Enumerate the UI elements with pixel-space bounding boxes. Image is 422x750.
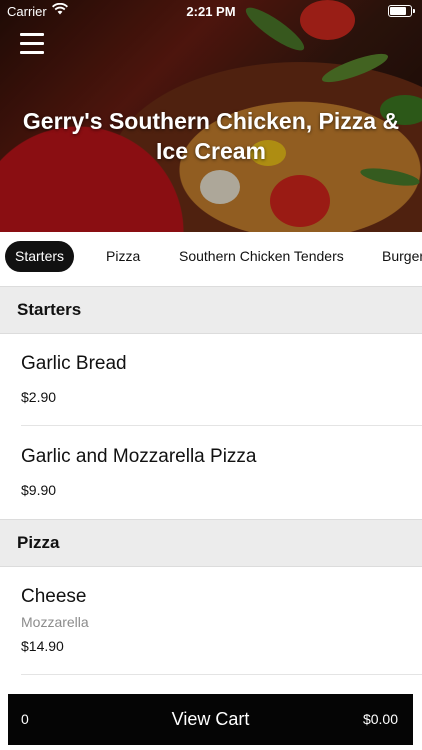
menu-item[interactable]: Garlic Bread $2.90 <box>0 333 422 426</box>
item-name: Garlic and Mozzarella Pizza <box>21 446 257 467</box>
section-header-starters: Starters <box>0 286 422 334</box>
menu-item[interactable]: Garlic and Mozzarella Pizza $9.90 <box>0 426 422 518</box>
tab-southern-chicken-tenders[interactable]: Southern Chicken Tenders <box>169 241 354 272</box>
view-cart-label: View Cart <box>171 709 250 729</box>
item-price: $9.90 <box>21 482 57 498</box>
restaurant-title: Gerry's Southern Chicken, Pizza & Ice Cr… <box>22 108 400 164</box>
tab-starters[interactable]: Starters <box>5 241 75 272</box>
view-cart-button[interactable]: 0 View Cart $0.00 <box>8 694 413 745</box>
tab-burger[interactable]: Burger <box>372 241 422 272</box>
section-title: Pizza <box>17 533 60 552</box>
battery-icon <box>388 5 415 17</box>
item-description: Mozzarella <box>21 614 89 630</box>
item-price: $2.90 <box>21 389 57 405</box>
hamburger-menu-icon[interactable] <box>20 33 44 54</box>
item-price: $14.90 <box>21 638 64 654</box>
category-tabs: Starters Pizza Southern Chicken Tenders … <box>0 232 422 284</box>
item-name: Cheese <box>21 586 87 607</box>
cart-total: $0.00 <box>362 711 398 727</box>
section-header-pizza: Pizza <box>0 519 422 567</box>
item-name: Garlic Bread <box>21 353 127 374</box>
section-title: Starters <box>17 300 82 319</box>
divider <box>21 674 422 675</box>
menu-item[interactable]: Cheese Mozzarella $14.90 <box>0 566 422 676</box>
tab-pizza[interactable]: Pizza <box>96 241 150 272</box>
status-bar: Carrier 2:21 PM <box>0 0 422 22</box>
clock: 2:21 PM <box>186 4 236 19</box>
